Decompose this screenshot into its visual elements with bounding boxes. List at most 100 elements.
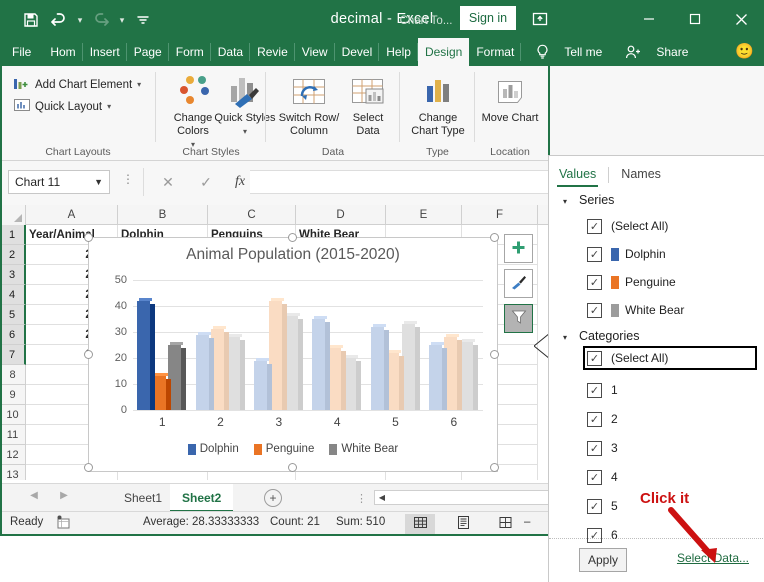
sheet-tab-sheet1[interactable]: Sheet1 xyxy=(112,484,174,512)
save-icon[interactable] xyxy=(18,8,44,32)
chart-filters-button[interactable] xyxy=(504,304,533,333)
quick-layout-button[interactable]: Quick Layout ▾ xyxy=(14,98,111,115)
sheet-tab-sheet2[interactable]: Sheet2 xyxy=(170,484,234,512)
checkbox[interactable]: ✓ xyxy=(587,469,602,485)
series-item-select-all[interactable]: ✓ (Select All) xyxy=(549,214,764,238)
tab-format[interactable]: Format xyxy=(469,38,522,66)
feedback-smiley-icon[interactable]: 🙂 xyxy=(735,42,754,60)
next-sheet-icon[interactable]: ▶ xyxy=(54,490,74,506)
column-header-C[interactable]: C xyxy=(208,205,296,225)
row-header-12[interactable]: 12 xyxy=(0,445,26,465)
checkbox[interactable]: ✓ xyxy=(587,274,602,290)
apply-button[interactable]: Apply xyxy=(579,548,627,572)
row-header-1[interactable]: 1 xyxy=(0,225,26,245)
categories-collapse-icon[interactable]: ▾ xyxy=(563,333,567,342)
chart-handle-s[interactable] xyxy=(288,463,297,472)
row-header-7[interactable]: 7 xyxy=(0,345,26,365)
chart-bar[interactable] xyxy=(253,357,272,410)
formula-input[interactable] xyxy=(250,170,550,194)
chart-legend[interactable]: Dolphin Penguine White Bear xyxy=(89,443,497,455)
legend-item[interactable]: Penguine xyxy=(253,443,314,455)
checkbox[interactable]: ✓ xyxy=(587,218,602,234)
change-chart-type-button[interactable]: Change Chart Type xyxy=(405,72,471,138)
cancel-icon[interactable]: ✕ xyxy=(150,170,186,194)
share-person-icon[interactable] xyxy=(609,38,649,66)
status-average[interactable]: Average: 28.33333333 xyxy=(143,516,259,528)
row-header-6[interactable]: 6 xyxy=(0,325,26,345)
legend-item[interactable]: White Bear xyxy=(329,443,398,455)
chevron-down-icon[interactable]: ▾ xyxy=(137,80,141,89)
normal-view-button[interactable] xyxy=(405,514,435,534)
chart-object[interactable]: Animal Population (2015-2020) 0 10 20 30 40 5… xyxy=(88,237,498,472)
category-item-select-all[interactable]: ✓ (Select All) xyxy=(549,346,764,370)
row-header-3[interactable]: 3 xyxy=(0,265,26,285)
share-label[interactable]: Share xyxy=(649,38,695,66)
checkbox[interactable]: ✓ xyxy=(587,302,602,318)
move-chart-button[interactable]: Move Chart xyxy=(479,72,541,125)
close-button[interactable] xyxy=(718,0,764,38)
row-header-9[interactable]: 9 xyxy=(0,385,26,405)
customize-qat-icon[interactable] xyxy=(130,8,156,32)
tab-help[interactable]: Help xyxy=(379,38,418,66)
column-header-F[interactable]: F xyxy=(462,205,538,225)
chevron-down-icon[interactable]: ▾ xyxy=(243,127,247,136)
chart-handle-w[interactable] xyxy=(84,350,93,359)
sign-in-button[interactable]: Sign in xyxy=(460,6,516,30)
chart-handle-n[interactable] xyxy=(288,233,297,242)
chevron-down-icon[interactable]: ▾ xyxy=(107,102,111,111)
chart-plot-area[interactable]: 0 10 20 30 40 50 1 2 3 4 5 6 xyxy=(115,274,483,429)
page-break-view-button[interactable] xyxy=(490,514,520,534)
page-layout-view-button[interactable] xyxy=(448,514,478,534)
category-item-2[interactable]: ✓ 2 xyxy=(549,407,764,431)
column-header-D[interactable]: D xyxy=(296,205,386,225)
row-header-8[interactable]: 8 xyxy=(0,365,26,385)
enter-icon[interactable]: ✓ xyxy=(188,170,224,194)
scroll-left-icon[interactable]: ◀ xyxy=(375,491,389,504)
tab-formulas[interactable]: Form xyxy=(169,38,211,66)
series-item-white-bear[interactable]: ✓ White Bear xyxy=(549,298,764,322)
record-macro-icon[interactable] xyxy=(56,515,71,533)
checkbox[interactable]: ✓ xyxy=(587,382,602,398)
redo-icon[interactable] xyxy=(88,8,114,32)
checkbox[interactable]: ✓ xyxy=(587,440,602,456)
column-header-A[interactable]: A xyxy=(26,205,118,225)
tab-file[interactable]: File xyxy=(0,38,43,66)
status-sum[interactable]: Sum: 510 xyxy=(336,516,385,528)
sheet-bar-grip[interactable]: ⋮ xyxy=(356,492,367,505)
tab-view[interactable]: View xyxy=(295,38,335,66)
category-item-4[interactable]: ✓ 4 xyxy=(549,465,764,489)
column-header-E[interactable]: E xyxy=(386,205,462,225)
chart-handle-se[interactable] xyxy=(490,463,499,472)
formula-bar-grip[interactable]: ⋮ xyxy=(122,172,134,186)
series-item-dolphin[interactable]: ✓ Dolphin xyxy=(549,242,764,266)
tab-design[interactable]: Design xyxy=(417,38,470,66)
category-item-3[interactable]: ✓ 3 xyxy=(549,436,764,460)
legend-item[interactable]: Dolphin xyxy=(187,443,239,455)
chart-handle-ne[interactable] xyxy=(490,233,499,242)
checkbox[interactable]: ✓ xyxy=(587,498,602,514)
chart-tools-context-tab[interactable]: Chart To... xyxy=(396,4,456,38)
tab-values[interactable]: Values xyxy=(549,163,606,187)
tell-me-lightbulb-icon[interactable] xyxy=(521,38,557,66)
row-header-11[interactable]: 11 xyxy=(0,425,26,445)
minimize-button[interactable] xyxy=(626,0,672,38)
switch-row-column-button[interactable]: Switch Row/ Column xyxy=(274,72,344,138)
status-count[interactable]: Count: 21 xyxy=(270,516,320,528)
zoom-out-button[interactable]: – xyxy=(524,516,530,528)
chart-bar[interactable] xyxy=(370,323,389,410)
series-collapse-icon[interactable]: ▾ xyxy=(563,197,567,206)
chart-bar[interactable] xyxy=(195,331,214,410)
chart-bar[interactable] xyxy=(428,342,447,410)
column-header-B[interactable]: B xyxy=(118,205,208,225)
maximize-button[interactable] xyxy=(672,0,718,38)
ribbon-display-options-icon[interactable] xyxy=(520,0,560,38)
checkbox[interactable]: ✓ xyxy=(587,350,602,366)
add-chart-element-button[interactable]: Add Chart Element ▾ xyxy=(14,76,141,93)
row-header-13[interactable]: 13 xyxy=(0,465,26,480)
checkbox[interactable]: ✓ xyxy=(587,246,602,262)
tab-data[interactable]: Data xyxy=(211,38,251,66)
chart-handle-nw[interactable] xyxy=(84,233,93,242)
tab-insert[interactable]: Insert xyxy=(83,38,127,66)
category-item-1[interactable]: ✓ 1 xyxy=(549,378,764,402)
previous-sheet-icon[interactable]: ◀ xyxy=(24,490,44,506)
